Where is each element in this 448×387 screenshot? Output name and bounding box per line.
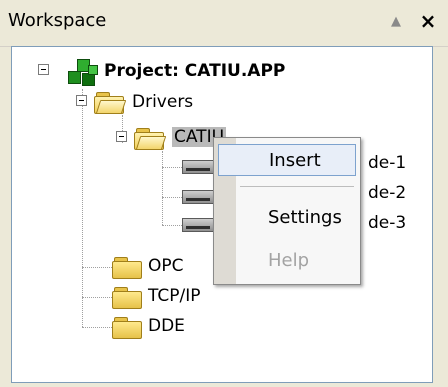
tree-item-device-3[interactable]: de-3	[368, 213, 406, 233]
folder-open-icon	[94, 91, 127, 114]
menu-separator	[240, 186, 354, 187]
tree-line	[162, 151, 163, 225]
project-cubes-icon	[68, 59, 98, 87]
pin-icon[interactable]: ▲	[382, 6, 410, 36]
device-icon	[182, 190, 214, 204]
tree-line	[82, 327, 112, 328]
collapse-catiu-icon[interactable]	[116, 131, 127, 142]
tree-line	[162, 197, 182, 198]
tree-item-opc[interactable]: OPC	[148, 256, 184, 276]
tree-item-device-2[interactable]: de-2	[368, 183, 406, 203]
folder-open-icon	[134, 127, 167, 150]
menu-item-insert[interactable]: Insert	[218, 144, 356, 176]
folder-icon	[112, 316, 142, 339]
collapse-project-icon[interactable]	[38, 64, 49, 75]
device-icon	[182, 218, 214, 232]
tree-line	[162, 225, 182, 226]
panel-titlebar: Workspace ▲ ×	[0, 0, 448, 47]
folder-icon	[112, 286, 142, 309]
tree-item-project[interactable]: Project: CATIU.APP	[104, 61, 285, 81]
tree-line	[82, 297, 112, 298]
panel-title: Workspace	[8, 10, 107, 31]
close-icon[interactable]: ×	[414, 6, 442, 36]
tree-item-device-1[interactable]: de-1	[368, 153, 406, 173]
tree-line	[82, 267, 112, 268]
folder-icon	[112, 256, 142, 279]
tree-item-drivers[interactable]: Drivers	[132, 92, 193, 112]
workspace-panel: Workspace ▲ × Project: CATIU.APP Drivers	[0, 0, 448, 387]
menu-item-help[interactable]: Help	[218, 244, 356, 276]
tree-line	[162, 167, 182, 168]
menu-item-settings[interactable]: Settings	[218, 201, 356, 233]
device-icon	[182, 160, 214, 174]
collapse-drivers-icon[interactable]	[76, 95, 87, 106]
tree-item-dde[interactable]: DDE	[148, 316, 185, 336]
context-menu: Insert Settings Help	[213, 137, 361, 285]
tree-item-tcpip[interactable]: TCP/IP	[148, 286, 201, 306]
tree-line	[82, 89, 83, 327]
